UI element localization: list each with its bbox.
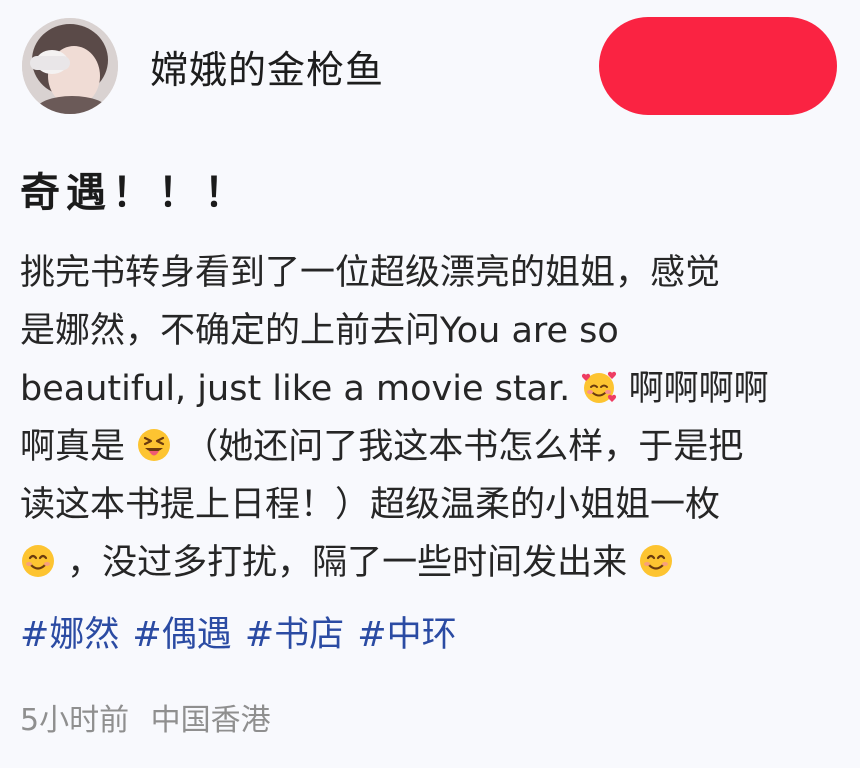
post-card: 嫦娥的金枪鱼 奇遇！！！ 挑完书转身看到了一位超级漂亮的姐姐，感觉 是娜然，不确… bbox=[0, 0, 860, 768]
smiling-face-with-hearts-icon bbox=[581, 369, 617, 405]
body-text: 读这本书提上日程！）超级温柔的小姐姐一枚 bbox=[20, 485, 721, 525]
body-line: 啊真是 （她还问了我这本书怎么样，于是把 bbox=[20, 418, 850, 476]
avatar[interactable] bbox=[22, 18, 118, 114]
body-text: 啊啊啊啊 bbox=[628, 369, 769, 409]
body-text: 挑完书转身看到了一位超级漂亮的姐姐，感觉 bbox=[20, 253, 721, 293]
squinting-tongue-face-icon bbox=[136, 427, 172, 463]
hashtag-link[interactable]: #中环 bbox=[357, 615, 456, 655]
hashtag-link[interactable]: #偶遇 bbox=[132, 615, 231, 655]
body-text: （她还问了我这本书怎么样，于是把 bbox=[183, 427, 744, 467]
body-text: 啊真是 bbox=[20, 427, 126, 467]
author-name[interactable]: 嫦娥的金枪鱼 bbox=[150, 39, 384, 94]
hashtag-link[interactable]: #娜然 bbox=[20, 615, 119, 655]
smiling-face-icon bbox=[20, 543, 56, 579]
body-line: beautiful, just like a movie star. 啊啊啊啊 bbox=[20, 360, 850, 418]
post-title: 奇遇！！！ bbox=[20, 170, 250, 216]
body-line: ，没过多打扰，隔了一些时间发出来 bbox=[20, 534, 850, 592]
hashtag-list: #娜然 #偶遇 #书店 #中环 bbox=[20, 606, 465, 664]
body-text: beautiful, just like a movie star. bbox=[20, 369, 571, 409]
post-header: 嫦娥的金枪鱼 bbox=[22, 18, 384, 114]
post-body: 挑完书转身看到了一位超级漂亮的姐姐，感觉 是娜然，不确定的上前去问You are… bbox=[20, 244, 850, 592]
body-text: 是娜然，不确定的上前去问You are so bbox=[20, 311, 619, 351]
smiling-face-icon bbox=[638, 543, 674, 579]
body-line: 是娜然，不确定的上前去问You are so bbox=[20, 302, 850, 360]
post-time: 5小时前 bbox=[20, 703, 130, 738]
body-line: 读这本书提上日程！）超级温柔的小姐姐一枚 bbox=[20, 476, 850, 534]
follow-button[interactable] bbox=[599, 17, 837, 115]
body-line: 挑完书转身看到了一位超级漂亮的姐姐，感觉 bbox=[20, 244, 850, 302]
body-text: ，没过多打扰，隔了一些时间发出来 bbox=[67, 543, 628, 583]
hashtag-link[interactable]: #书店 bbox=[245, 615, 344, 655]
post-meta: 5小时前 中国香港 bbox=[20, 695, 271, 739]
post-location: 中国香港 bbox=[150, 703, 271, 738]
